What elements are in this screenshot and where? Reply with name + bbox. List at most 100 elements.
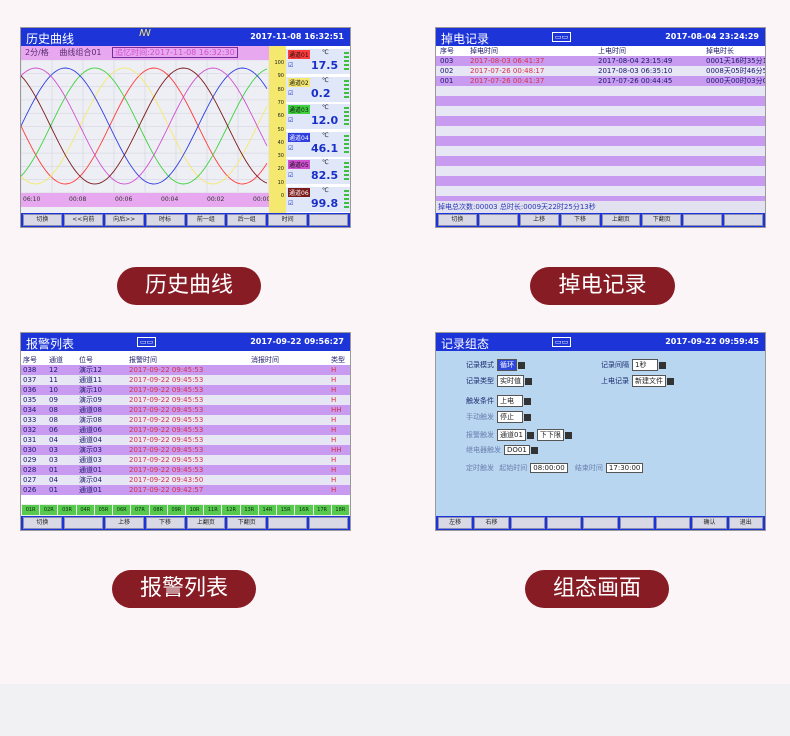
function-button[interactable]: 后一组: [227, 214, 267, 226]
record-mode-select[interactable]: 循环: [497, 359, 517, 371]
function-button[interactable]: [510, 517, 545, 529]
checkbox-icon[interactable]: ☑: [288, 200, 293, 207]
function-button[interactable]: [655, 517, 691, 529]
table-row[interactable]: 003 2017-08-03 06:41:37 2017-08-04 23:15:4…: [436, 56, 765, 66]
channel-status-badge[interactable]: 04R: [76, 505, 94, 515]
function-button[interactable]: 向后>>: [104, 214, 144, 226]
function-button[interactable]: 前一组: [186, 214, 226, 226]
function-button[interactable]: 下移: [145, 517, 185, 529]
table-row[interactable]: 031 04 通道04 2017-09-22 09:45:53 H: [21, 435, 350, 445]
alarm-trigger-channel-select[interactable]: 通道01: [497, 429, 526, 441]
table-row[interactable]: 032 06 通道06 2017-09-22 09:45:53 H: [21, 425, 350, 435]
channel-status-badge[interactable]: 12R: [222, 505, 240, 515]
end-time-input[interactable]: 17:30:00: [605, 463, 644, 473]
channel-readout[interactable]: 通道03 ℃ ☑ 12.0: [286, 104, 350, 129]
function-button[interactable]: 确认: [692, 517, 727, 529]
function-button[interactable]: [478, 214, 518, 226]
function-button[interactable]: 时标: [145, 214, 185, 226]
function-button[interactable]: [583, 517, 618, 529]
channel-status-badge[interactable]: 06R: [113, 505, 131, 515]
function-button[interactable]: [724, 214, 763, 226]
manual-trigger-select[interactable]: 停止: [497, 411, 523, 423]
history-memory-time[interactable]: 追忆时间:2017-11-08 16:32:30: [112, 47, 238, 58]
table-row[interactable]: 034 08 通道08 2017-09-22 09:45:53 HH: [21, 405, 350, 415]
table-row[interactable]: [436, 146, 765, 156]
dropdown-arrow-icon[interactable]: [659, 361, 666, 369]
start-time-input[interactable]: 08:00:00: [530, 463, 568, 473]
channel-status-badge[interactable]: 15R: [277, 505, 295, 515]
function-button[interactable]: <<向前: [63, 214, 103, 226]
table-row[interactable]: 033 08 演示08 2017-09-22 09:45:53 H: [21, 415, 350, 425]
dropdown-arrow-icon[interactable]: [518, 361, 525, 369]
dropdown-arrow-icon[interactable]: [564, 431, 572, 439]
table-row[interactable]: [436, 136, 765, 146]
record-type-select[interactable]: 实时值: [497, 375, 524, 387]
function-button[interactable]: 下翻页: [227, 517, 267, 529]
table-row[interactable]: [436, 156, 765, 166]
channel-status-badge[interactable]: 17R: [313, 505, 331, 515]
dropdown-arrow-icon[interactable]: [530, 446, 538, 454]
table-row[interactable]: [436, 116, 765, 126]
function-button[interactable]: 时间: [268, 214, 308, 226]
table-row[interactable]: [436, 96, 765, 106]
channel-status-badge[interactable]: 08R: [149, 505, 167, 515]
checkbox-icon[interactable]: ☑: [288, 90, 293, 97]
function-button[interactable]: 上翻页: [601, 214, 641, 226]
channel-status-badge[interactable]: 07R: [131, 505, 149, 515]
function-button[interactable]: [268, 517, 308, 529]
table-row[interactable]: 001 2017-07-26 00:41:37 2017-07-26 00:44:4…: [436, 76, 765, 86]
table-row[interactable]: [436, 176, 765, 186]
function-button[interactable]: 上移: [519, 214, 559, 226]
table-row[interactable]: 026 01 通道01 2017-09-22 09:42:57 H: [21, 485, 350, 495]
channel-status-badge[interactable]: 14R: [258, 505, 277, 515]
function-button[interactable]: 左移: [438, 517, 473, 529]
channel-status-badge[interactable]: 05R: [94, 505, 113, 515]
table-row[interactable]: [436, 86, 765, 96]
table-row[interactable]: [436, 106, 765, 116]
channel-readout[interactable]: 通道01 ℃ ☑ 17.5: [286, 49, 350, 74]
table-row[interactable]: [436, 186, 765, 196]
table-row[interactable]: 035 09 演示09 2017-09-22 09:45:53 H: [21, 395, 350, 405]
table-row[interactable]: 037 11 通道11 2017-09-22 09:45:53 H: [21, 375, 350, 385]
function-button[interactable]: 切换: [438, 214, 477, 226]
function-button[interactable]: 上翻页: [186, 517, 226, 529]
function-button[interactable]: [683, 214, 723, 226]
table-row[interactable]: 002 2017-07-26 00:48:17 2017-08-03 06:35:1…: [436, 66, 765, 76]
function-button[interactable]: [619, 517, 654, 529]
channel-readout[interactable]: 通道04 ℃ ☑ 46.1: [286, 131, 350, 157]
function-button[interactable]: [309, 517, 348, 529]
table-row[interactable]: [436, 126, 765, 136]
alarm-trigger-type-select[interactable]: 下下限: [536, 429, 564, 441]
function-button[interactable]: 退出: [728, 517, 763, 529]
function-button[interactable]: [309, 214, 348, 226]
function-button[interactable]: 切换: [23, 517, 62, 529]
table-row[interactable]: 029 03 通道03 2017-09-22 09:45:53 H: [21, 455, 350, 465]
channel-status-badge[interactable]: 03R: [58, 505, 76, 515]
function-button[interactable]: [546, 517, 582, 529]
channel-readout[interactable]: 通道06 ℃ ☑ 99.8: [286, 186, 350, 212]
function-button[interactable]: [63, 517, 103, 529]
checkbox-icon[interactable]: ☑: [288, 145, 293, 152]
channel-status-badge[interactable]: 09R: [167, 505, 185, 515]
table-row[interactable]: 028 01 通道01 2017-09-22 09:45:53 H: [21, 465, 350, 475]
channel-status-badge[interactable]: 01R: [22, 505, 40, 515]
relay-trigger-select[interactable]: DO01: [504, 445, 530, 455]
power-record-select[interactable]: 新建文件: [632, 375, 666, 387]
channel-status-badge[interactable]: 18R: [331, 505, 349, 515]
channel-status-badge[interactable]: 16R: [295, 505, 313, 515]
dropdown-arrow-icon[interactable]: [667, 377, 674, 385]
record-interval-select[interactable]: 1秒: [632, 359, 658, 371]
function-button[interactable]: 右移: [474, 517, 509, 529]
checkbox-icon[interactable]: ☑: [288, 117, 293, 124]
function-button[interactable]: 上移: [104, 517, 144, 529]
checkbox-icon[interactable]: ☑: [288, 172, 293, 179]
channel-status-badge[interactable]: 02R: [40, 505, 58, 515]
channel-status-badge[interactable]: 11R: [204, 505, 222, 515]
function-button[interactable]: 下翻页: [642, 214, 682, 226]
table-row[interactable]: 038 12 演示12 2017-09-22 09:45:53 H: [21, 365, 350, 375]
function-button[interactable]: 切换: [23, 214, 62, 226]
channel-status-badge[interactable]: 13R: [240, 505, 258, 515]
dropdown-arrow-icon[interactable]: [526, 431, 534, 439]
table-row[interactable]: [436, 166, 765, 176]
dropdown-arrow-icon[interactable]: [525, 377, 532, 385]
